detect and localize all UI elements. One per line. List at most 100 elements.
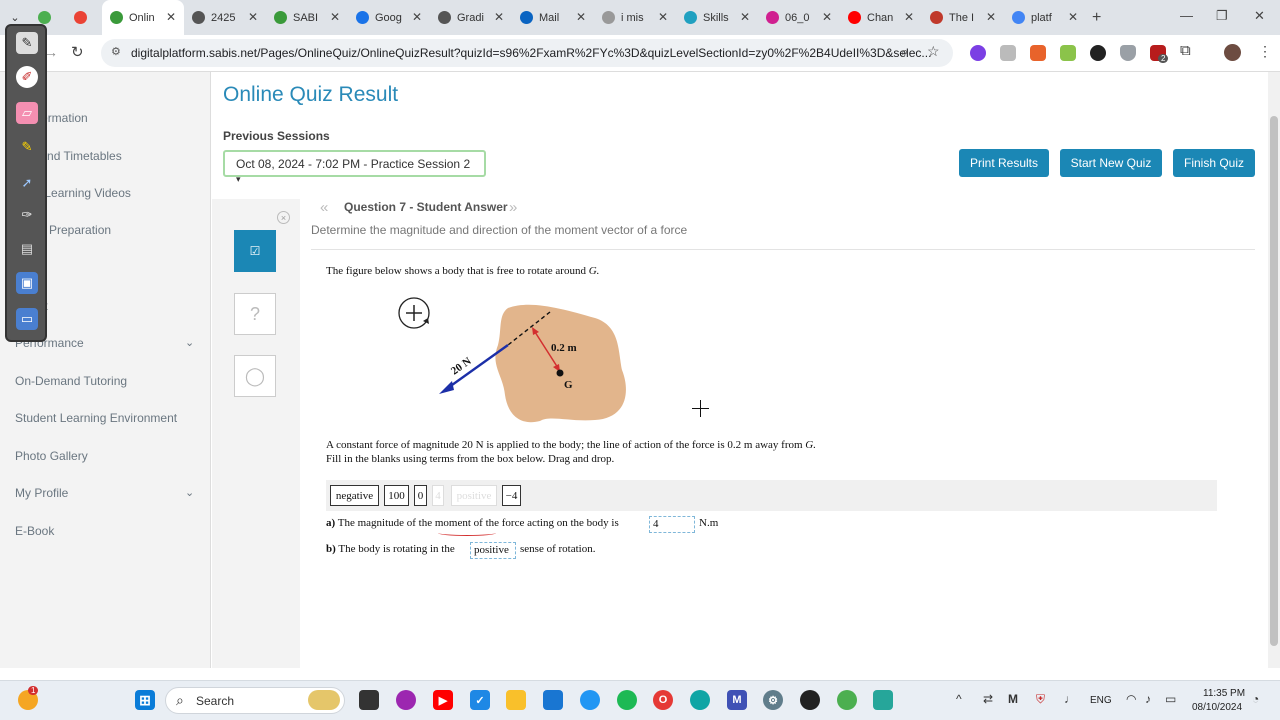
- store-icon[interactable]: [543, 690, 563, 710]
- shield-icon[interactable]: [1120, 45, 1136, 61]
- tray-app-icon[interactable]: ⇄: [983, 692, 993, 706]
- start-icon[interactable]: ⊞: [135, 690, 155, 710]
- screen-icon[interactable]: ▭: [16, 308, 38, 330]
- browser-tab[interactable]: Chan ✕: [840, 0, 922, 35]
- wifi-icon[interactable]: ◠: [1126, 692, 1136, 706]
- browser-tab[interactable]: Mail ✕: [512, 0, 594, 35]
- chevron-down-icon[interactable]: ⌄: [185, 486, 194, 499]
- tab-close-icon[interactable]: ✕: [576, 10, 586, 24]
- next-question-icon[interactable]: »: [509, 199, 517, 216]
- menu-kebab-icon[interactable]: ⋮: [1258, 43, 1272, 60]
- browser-tab[interactable]: The I ✕: [922, 0, 1004, 35]
- close-window-icon[interactable]: ✕: [1254, 8, 1265, 24]
- tab-close-icon[interactable]: ✕: [822, 10, 832, 24]
- clock-date[interactable]: 08/10/2024: [1192, 702, 1242, 713]
- tab-close-icon[interactable]: ✕: [904, 10, 914, 24]
- tab-close-icon[interactable]: ✕: [248, 10, 258, 24]
- settings-gear-icon[interactable]: ⚙: [763, 690, 783, 710]
- word-bank-chip[interactable]: −4: [502, 485, 521, 506]
- tab-close-icon[interactable]: ✕: [658, 10, 668, 24]
- bookmark-star-icon[interactable]: ☆: [927, 43, 940, 60]
- whiteboard-icon[interactable]: [873, 690, 893, 710]
- edge-icon[interactable]: [690, 690, 710, 710]
- comment-button[interactable]: ◯: [234, 355, 276, 397]
- pen-tool-icon[interactable]: ✎: [16, 32, 38, 54]
- extension-dark-icon[interactable]: [1090, 45, 1106, 61]
- tray-m-icon[interactable]: M: [1008, 692, 1018, 706]
- highlighter-icon[interactable]: ✎: [16, 136, 38, 158]
- word-bank-chip[interactable]: positive: [451, 485, 497, 506]
- file-explorer-icon[interactable]: [506, 690, 526, 710]
- tray-shield-icon[interactable]: ⛨: [1036, 692, 1045, 707]
- browser-tab[interactable]: platf ✕: [1004, 0, 1086, 35]
- copilot-icon[interactable]: [396, 690, 416, 710]
- eraser-icon[interactable]: ▱: [16, 102, 38, 124]
- tab-close-icon[interactable]: ✕: [740, 10, 750, 24]
- site-info-icon[interactable]: ⚙: [111, 45, 121, 58]
- pointer-icon[interactable]: ➚: [16, 172, 38, 194]
- red-pen-icon[interactable]: ✐: [16, 66, 38, 88]
- zoom-icon[interactable]: ⌕: [901, 44, 908, 60]
- word-bank-chip[interactable]: 0: [414, 485, 427, 506]
- browser-tab[interactable]: 06_0 ✕: [758, 0, 840, 35]
- keyboard-icon[interactable]: ▤: [16, 238, 38, 260]
- battery-icon[interactable]: ▭: [1165, 692, 1176, 706]
- chat-icon[interactable]: [580, 690, 600, 710]
- taskview-icon[interactable]: [359, 690, 379, 710]
- extensions-puzzle-icon[interactable]: ⧉: [1180, 42, 1191, 59]
- close-panel-icon[interactable]: ×: [277, 211, 290, 224]
- tab-close-icon[interactable]: ✕: [494, 10, 504, 24]
- restore-icon[interactable]: ❐: [1216, 8, 1228, 24]
- tab-close-icon[interactable]: ✕: [412, 10, 422, 24]
- spotify-icon[interactable]: [617, 690, 637, 710]
- start-new-quiz-button[interactable]: Start New Quiz: [1060, 149, 1162, 177]
- tab-close-icon[interactable]: ✕: [330, 10, 340, 24]
- page-scrollbar[interactable]: [1268, 72, 1280, 668]
- word-bank-chip[interactable]: 4: [432, 485, 444, 506]
- tab-close-icon[interactable]: ✕: [166, 10, 176, 24]
- reload-icon[interactable]: ↻: [71, 43, 84, 61]
- browser-tab[interactable]: Gradi ✕: [430, 0, 512, 35]
- youtube-icon[interactable]: ▶: [433, 690, 453, 710]
- chevron-down-icon[interactable]: ⌄: [185, 336, 194, 349]
- session-select[interactable]: Oct 08, 2024 - 7:02 PM - Practice Sessio…: [223, 150, 486, 184]
- screenshot-icon[interactable]: ▣: [16, 272, 38, 294]
- tab-close-icon[interactable]: ✕: [986, 10, 996, 24]
- browser-tab[interactable]: SABI ✕: [266, 0, 348, 35]
- notification-bell-icon[interactable]: ◔: [1252, 692, 1259, 706]
- browser-tab[interactable]: [66, 0, 102, 35]
- app-m-icon[interactable]: M: [727, 690, 747, 710]
- answer-blank-a[interactable]: 4: [649, 516, 695, 533]
- word-bank-chip[interactable]: 100: [384, 485, 409, 506]
- brush-icon[interactable]: ✑: [16, 204, 38, 226]
- browser-tab[interactable]: i mis ✕: [594, 0, 676, 35]
- browser-tab[interactable]: Skills ✕: [676, 0, 758, 35]
- sidebar-item[interactable]: Photo Gallery: [15, 449, 88, 463]
- word-bank-chip[interactable]: negative: [330, 485, 379, 506]
- language-indicator[interactable]: ENG: [1090, 695, 1112, 706]
- chrome-icon[interactable]: [837, 690, 857, 710]
- tray-chevron-icon[interactable]: ^: [956, 692, 962, 706]
- finish-quiz-button[interactable]: Finish Quiz: [1173, 149, 1255, 177]
- sidebar-item[interactable]: On-Demand Tutoring: [15, 374, 127, 388]
- chatgpt-icon[interactable]: [800, 690, 820, 710]
- clock-time[interactable]: 11:35 PM: [1203, 688, 1245, 699]
- print-results-button[interactable]: Print Results: [959, 149, 1049, 177]
- sidebar-item[interactable]: Student Learning Environment: [15, 411, 177, 425]
- extension-grey-icon[interactable]: [1000, 45, 1016, 61]
- taskbar-search[interactable]: ⌕ Search: [165, 687, 345, 714]
- browser-tab[interactable]: Goog ✕: [348, 0, 430, 35]
- browser-tab[interactable]: Onlin ✕: [102, 0, 184, 35]
- microphone-icon[interactable]: ♩: [1064, 692, 1076, 706]
- todo-icon[interactable]: ✓: [470, 690, 490, 710]
- previous-question-icon[interactable]: «: [320, 199, 328, 216]
- opera-icon[interactable]: O: [653, 690, 673, 710]
- hint-button[interactable]: ?: [234, 293, 276, 335]
- sidebar-item[interactable]: My Profile: [15, 486, 68, 500]
- answer-checklist-button[interactable]: ☑: [234, 230, 276, 272]
- minimize-icon[interactable]: —: [1180, 8, 1193, 23]
- volume-icon[interactable]: ♪: [1145, 692, 1151, 706]
- extension-orange-icon[interactable]: [1030, 45, 1046, 61]
- scrollbar-thumb[interactable]: [1270, 116, 1278, 646]
- new-tab-button[interactable]: +: [1092, 9, 1101, 27]
